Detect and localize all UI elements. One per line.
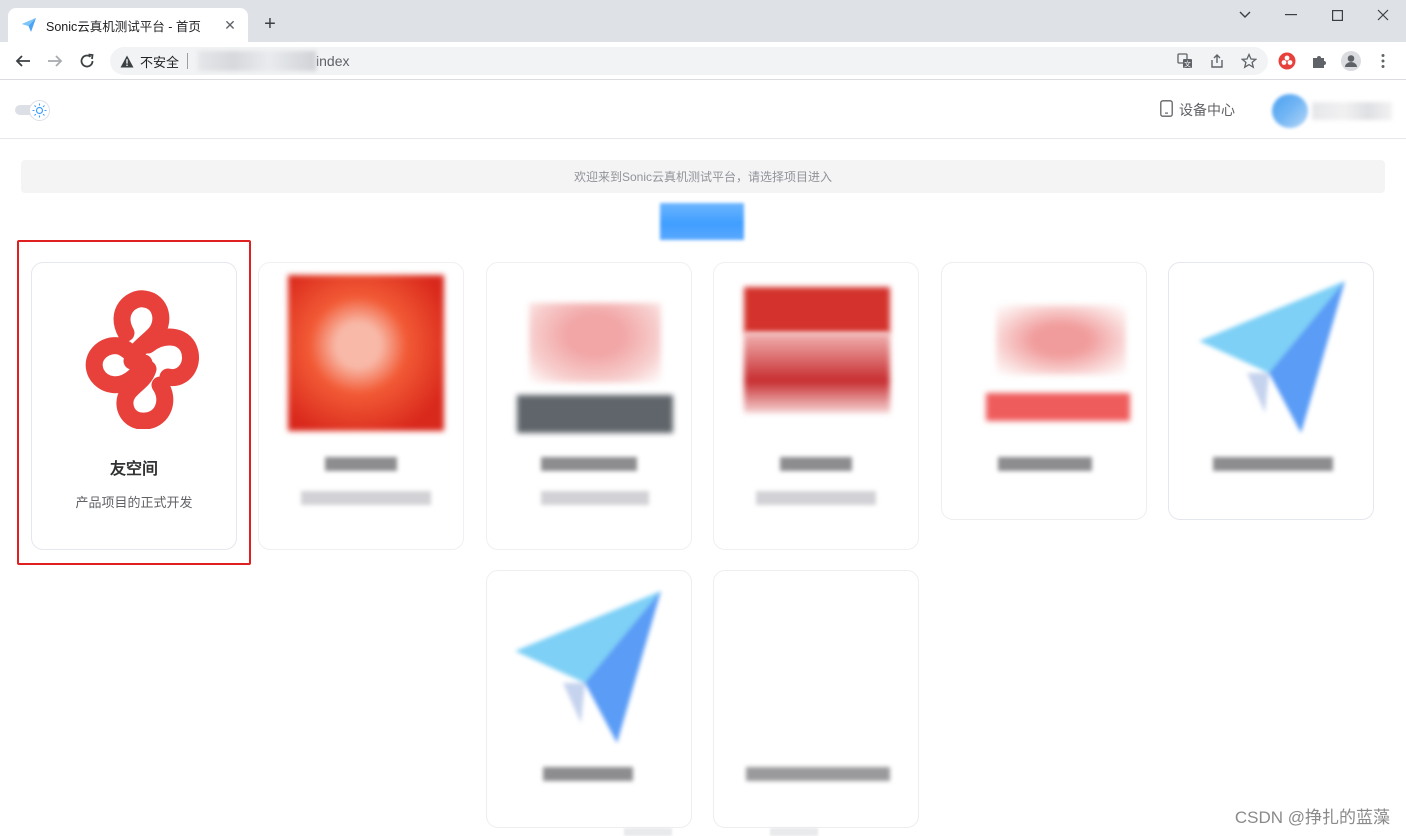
forward-arrow-icon[interactable] [44, 50, 66, 72]
redacted-project-icon [996, 305, 1126, 375]
translate-icon[interactable]: 文 [1174, 51, 1196, 71]
redacted-blue-button[interactable] [660, 203, 744, 240]
redacted-project-name [780, 457, 852, 471]
minimize-button[interactable] [1268, 0, 1314, 30]
redacted-project-description [541, 491, 649, 505]
redacted-project-icon-base [517, 395, 673, 433]
redacted-project-icon [529, 303, 661, 383]
project-card[interactable] [486, 262, 692, 550]
address-bar-actions: 文 [1174, 51, 1260, 71]
redacted-username [1312, 102, 1392, 120]
scroll-fragment [624, 828, 672, 836]
redacted-project-description [301, 491, 431, 505]
new-tab-button[interactable]: + [259, 13, 281, 35]
tab-search-icon[interactable] [1222, 0, 1268, 30]
reload-icon[interactable] [76, 50, 98, 72]
share-icon[interactable] [1206, 51, 1228, 71]
project-card[interactable]: 友空间 产品项目的正式开发 [31, 262, 237, 550]
device-center-link[interactable]: 设备中心 [1160, 100, 1235, 120]
sun-icon [29, 100, 50, 121]
redacted-project-name [543, 767, 633, 781]
project-card[interactable] [258, 262, 464, 550]
bookmark-star-icon[interactable] [1238, 51, 1260, 71]
redacted-paper-plane-icon [1199, 281, 1345, 433]
redacted-paper-plane-icon [515, 591, 661, 743]
device-center-label: 设备中心 [1179, 102, 1235, 118]
redacted-project-icon-body [744, 333, 890, 413]
browser-tab[interactable]: Sonic云真机测试平台 - 首页 ✕ [8, 8, 248, 42]
back-arrow-icon[interactable] [12, 50, 34, 72]
redacted-project-name [1213, 457, 1333, 471]
window-controls [1222, 0, 1406, 30]
puzzle-extensions-icon[interactable] [1308, 50, 1330, 72]
redacted-project-icon-base [986, 393, 1130, 421]
extension-area [1276, 50, 1394, 72]
redacted-project-name [325, 457, 397, 471]
tab-title: Sonic云真机测试平台 - 首页 [46, 19, 201, 34]
redacted-project-name [998, 457, 1092, 471]
project-card[interactable] [713, 262, 919, 550]
svg-text:文: 文 [1184, 60, 1191, 69]
watermark-text: CSDN @挣扎的蓝藻 [1234, 808, 1390, 827]
warning-triangle-icon[interactable] [120, 55, 134, 68]
redacted-project-icon [288, 275, 444, 431]
yonyou-logo-icon [85, 290, 199, 429]
scroll-fragment [770, 828, 818, 836]
browser-menu-icon[interactable] [1372, 50, 1394, 72]
close-window-button[interactable] [1360, 0, 1406, 30]
address-bar[interactable]: 不安全 index 文 [110, 47, 1268, 75]
browser-tab-strip: Sonic云真机测试平台 - 首页 ✕ + [0, 0, 1406, 42]
browser-toolbar: 不安全 index 文 [0, 42, 1406, 80]
maximize-button[interactable] [1314, 0, 1360, 30]
project-card[interactable] [486, 570, 692, 828]
address-separator [187, 53, 189, 69]
project-card[interactable] [941, 262, 1147, 520]
redacted-project-name [541, 457, 637, 471]
project-card[interactable] [1168, 262, 1374, 520]
theme-toggle-switch[interactable] [15, 100, 51, 121]
close-tab-icon[interactable]: ✕ [222, 17, 238, 33]
project-card[interactable] [713, 570, 919, 828]
mobile-phone-icon [1160, 100, 1173, 120]
paper-plane-icon [20, 16, 38, 34]
redacted-host [198, 51, 317, 71]
user-menu[interactable] [1272, 94, 1394, 128]
app-header: 设备中心 [0, 81, 1406, 139]
security-label[interactable]: 不安全 [140, 52, 179, 71]
profile-avatar-icon[interactable] [1340, 50, 1362, 72]
project-description: 产品项目的正式开发 [75, 495, 193, 510]
welcome-banner: 欢迎来到Sonic云真机测试平台，请选择项目进入 [21, 160, 1385, 193]
address-path: index [316, 53, 350, 69]
extension-red-icon[interactable] [1276, 50, 1298, 72]
user-avatar [1272, 94, 1308, 128]
redacted-project-icon [744, 287, 890, 333]
redacted-project-name [746, 767, 890, 781]
redacted-project-description [756, 491, 876, 505]
project-name: 友空间 [109, 461, 158, 478]
